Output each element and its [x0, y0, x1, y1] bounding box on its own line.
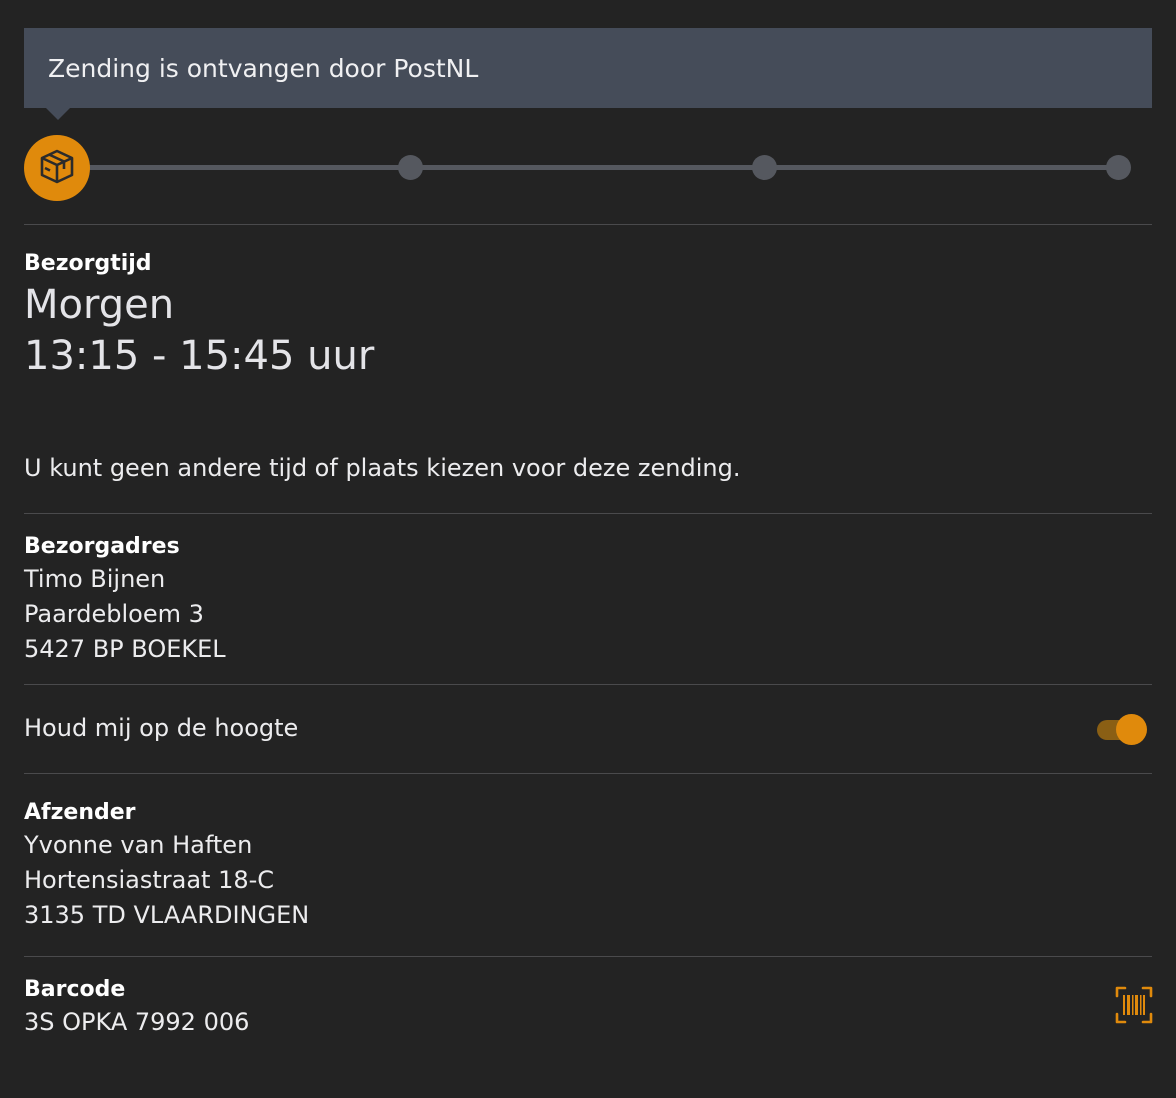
- delivery-note: U kunt geen andere tijd of plaats kiezen…: [24, 454, 741, 482]
- tracker-step-3: [752, 155, 777, 180]
- status-banner-pointer: [46, 108, 70, 120]
- delivery-address-street: Paardebloem 3: [24, 600, 204, 628]
- shipment-detail-page: Zending is ontvangen door PostNL Bezorgt…: [0, 0, 1176, 1098]
- toggle-knob: [1116, 714, 1147, 745]
- tracker-step-2: [398, 155, 423, 180]
- delivery-time-label: Bezorgtijd: [24, 251, 152, 276]
- delivery-address-label: Bezorgadres: [24, 534, 180, 559]
- barcode-value: 3S OPKA 7992 006: [24, 1008, 250, 1036]
- status-banner: Zending is ontvangen door PostNL: [24, 28, 1152, 108]
- tracker-step-1-current: [24, 135, 90, 201]
- tracker-step-4: [1106, 155, 1131, 180]
- delivery-address-name: Timo Bijnen: [24, 565, 166, 593]
- progress-tracker: [24, 135, 1134, 201]
- delivery-address-city: 5427 BP BOEKEL: [24, 635, 226, 663]
- tracker-line: [84, 165, 1124, 170]
- delivery-day: Morgen: [24, 282, 175, 328]
- barcode-scan-icon: [1114, 985, 1154, 1029]
- sender-city: 3135 TD VLAARDINGEN: [24, 901, 310, 929]
- divider: [24, 773, 1152, 774]
- barcode-label: Barcode: [24, 977, 126, 1002]
- sender-label: Afzender: [24, 800, 136, 825]
- package-icon: [38, 147, 76, 189]
- sender-name: Yvonne van Haften: [24, 831, 253, 859]
- sender-street: Hortensiastraat 18-C: [24, 866, 275, 894]
- divider: [24, 956, 1152, 957]
- notifications-toggle[interactable]: [1095, 714, 1151, 746]
- delivery-window: 13:15 - 15:45 uur: [24, 333, 375, 379]
- status-message: Zending is ontvangen door PostNL: [48, 53, 479, 83]
- notifications-label: Houd mij op de hoogte: [24, 714, 299, 742]
- divider: [24, 684, 1152, 685]
- divider: [24, 224, 1152, 225]
- divider: [24, 513, 1152, 514]
- barcode-scan-button[interactable]: [1113, 986, 1155, 1028]
